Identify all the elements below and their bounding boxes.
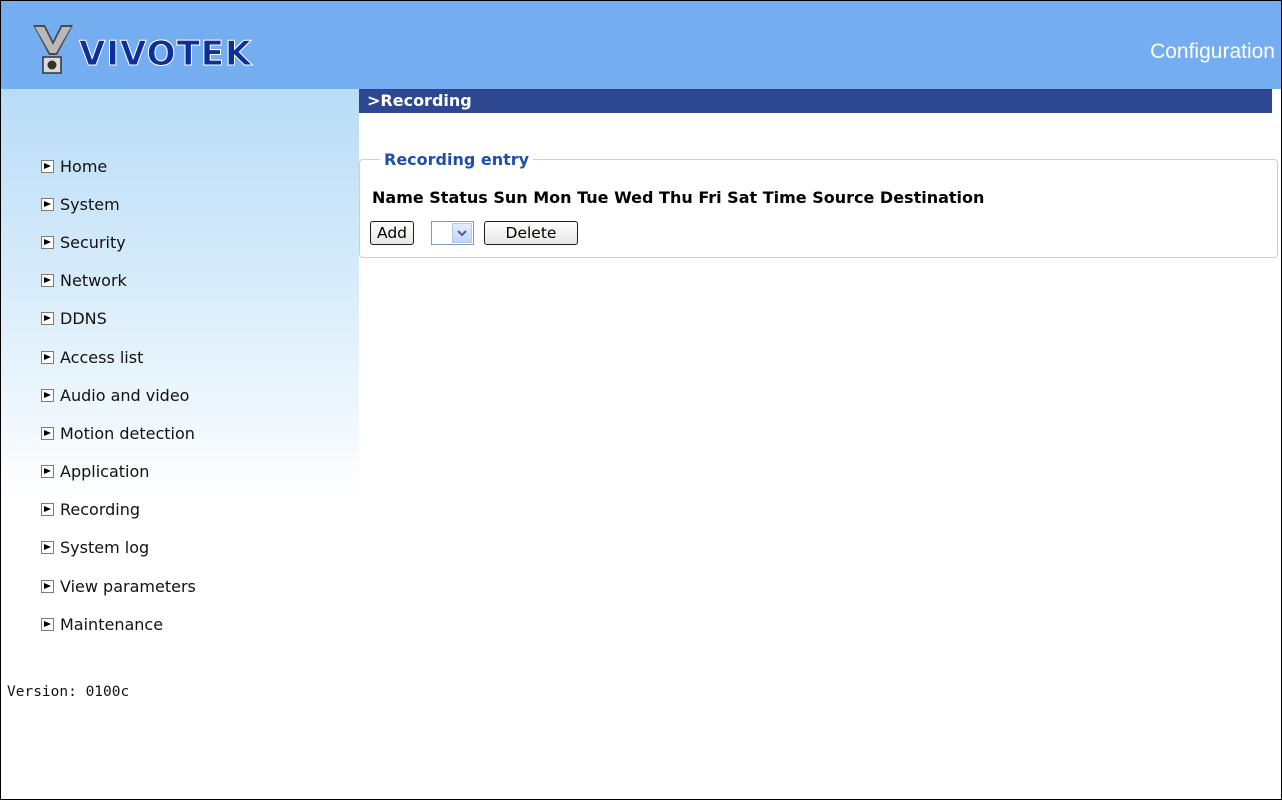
sidebar-item-label: Application [60, 462, 150, 482]
arrow-right-icon [41, 579, 54, 593]
sidebar-item-ddns[interactable]: DDNS [41, 300, 196, 338]
sidebar-item-label: Access list [60, 347, 144, 367]
firmware-version: Version: 0100c [7, 684, 130, 700]
column-headers: Name Status Sun Mon Tue Wed Thu Fri Sat … [372, 188, 985, 207]
sidebar-item-label: System [60, 194, 120, 214]
arrow-right-icon [41, 159, 54, 173]
recording-entry-group: Recording entry Name Status Sun Mon Tue … [359, 150, 1278, 258]
sidebar-item-system-log[interactable]: System log [41, 529, 196, 567]
arrow-right-icon [41, 312, 54, 326]
arrow-right-icon [41, 426, 54, 440]
arrow-right-icon [41, 197, 54, 211]
sidebar-item-label: Audio and video [60, 385, 190, 405]
arrow-right-icon [41, 388, 54, 402]
sidebar-item-network[interactable]: Network [41, 262, 196, 300]
sidebar-item-label: View parameters [60, 576, 196, 596]
sidebar-item-motion-detection[interactable]: Motion detection [41, 414, 196, 452]
sidebar-item-label: Network [60, 271, 127, 291]
sidebar-item-label: Motion detection [60, 423, 195, 443]
arrow-right-icon [41, 235, 54, 249]
sidebar-item-label: Home [60, 156, 108, 176]
sidebar-item-home[interactable]: Home [41, 147, 196, 185]
browser-page: VIVOTEK Configuration Home System Securi… [0, 0, 1282, 800]
vivotek-logo: VIVOTEK [33, 25, 253, 75]
sidebar-item-label: System log [60, 538, 150, 558]
arrow-right-icon [41, 617, 54, 631]
sidebar-item-application[interactable]: Application [41, 453, 196, 491]
sidebar-item-label: Recording [60, 500, 141, 520]
delete-button[interactable]: Delete [484, 221, 578, 245]
sidebar: Home System Security Network DDNS Access… [1, 89, 359, 634]
sidebar-item-label: Maintenance [60, 614, 164, 634]
sidebar-item-maintenance[interactable]: Maintenance [41, 605, 196, 643]
sidebar-item-access-list[interactable]: Access list [41, 338, 196, 376]
recording-entry-select[interactable] [431, 221, 474, 245]
sidebar-item-view-parameters[interactable]: View parameters [41, 567, 196, 605]
header-banner: VIVOTEK Configuration [1, 1, 1281, 89]
arrow-right-icon [41, 350, 54, 364]
sidebar-item-label: DDNS [60, 309, 107, 329]
arrow-right-icon [41, 465, 54, 479]
sidebar-item-audio-and-video[interactable]: Audio and video [41, 376, 196, 414]
logo-text: VIVOTEK [79, 34, 253, 74]
sidebar-item-system[interactable]: System [41, 185, 196, 223]
sidebar-item-recording[interactable]: Recording [41, 491, 196, 529]
section-title: >Recording [359, 89, 1272, 113]
page-title: Configuration [1150, 40, 1275, 63]
arrow-right-icon [41, 274, 54, 288]
sidebar-nav: Home System Security Network DDNS Access… [41, 147, 196, 643]
sidebar-item-security[interactable]: Security [41, 223, 196, 261]
camera-logo-icon [33, 25, 73, 74]
add-button[interactable]: Add [370, 221, 414, 245]
sidebar-item-label: Security [60, 232, 126, 252]
group-legend: Recording entry [380, 150, 534, 170]
chevron-down-icon[interactable] [452, 223, 472, 243]
arrow-right-icon [41, 503, 54, 517]
arrow-right-icon [41, 541, 54, 555]
